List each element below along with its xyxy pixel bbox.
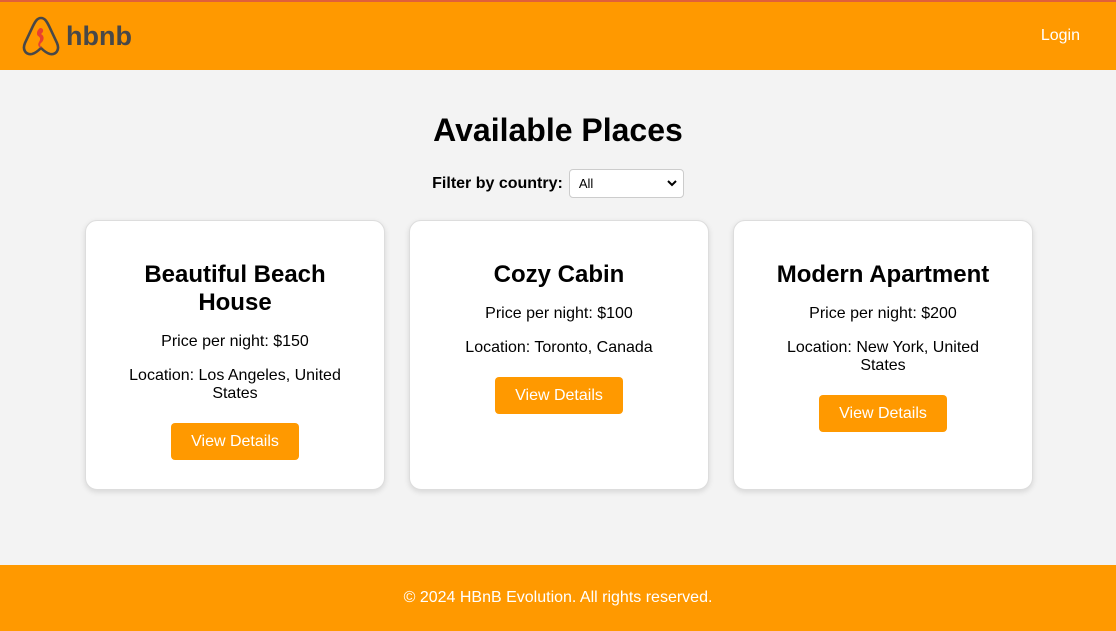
logo-icon [22, 16, 60, 56]
place-card: Beautiful Beach House Price per night: $… [85, 220, 385, 490]
view-details-button[interactable]: View Details [495, 377, 623, 414]
view-details-button[interactable]: View Details [171, 423, 299, 460]
logo[interactable]: hbnb [22, 15, 132, 57]
place-location: Location: New York, United States [786, 339, 980, 374]
place-price: Price per night: $200 [809, 305, 957, 322]
view-details-button[interactable]: View Details [819, 395, 947, 432]
page-title: Available Places [433, 112, 683, 148]
place-name: Modern Apartment [776, 261, 990, 288]
place-card: Cozy Cabin Price per night: $100 Locatio… [409, 220, 709, 490]
login-link[interactable]: Login [1041, 27, 1080, 45]
place-card: Modern Apartment Price per night: $200 L… [733, 220, 1033, 490]
footer-text: © 2024 HBnB Evolution. All rights reserv… [403, 589, 713, 606]
place-location: Location: Los Angeles, United States [129, 367, 341, 402]
country-select[interactable]: All [568, 169, 684, 198]
place-name: Cozy Cabin [493, 261, 625, 288]
footer: © 2024 HBnB Evolution. All rights reserv… [0, 565, 1116, 631]
place-location: Location: Toronto, Canada [465, 339, 653, 356]
header: hbnb Login [0, 0, 1116, 70]
main-content: Available Places Filter by country: All … [0, 70, 1116, 565]
place-price: Price per night: $100 [485, 305, 633, 322]
chevron-down-icon [667, 180, 677, 187]
filter-label: Filter by country: [432, 174, 563, 192]
country-select-value: All [578, 176, 594, 191]
logo-text: hbnb [66, 20, 132, 51]
places-list: Beautiful Beach House Price per night: $… [85, 220, 1033, 490]
place-price: Price per night: $150 [161, 333, 309, 350]
country-filter: Filter by country: All [0, 169, 1116, 198]
place-name: Beautiful Beach House [144, 261, 326, 316]
